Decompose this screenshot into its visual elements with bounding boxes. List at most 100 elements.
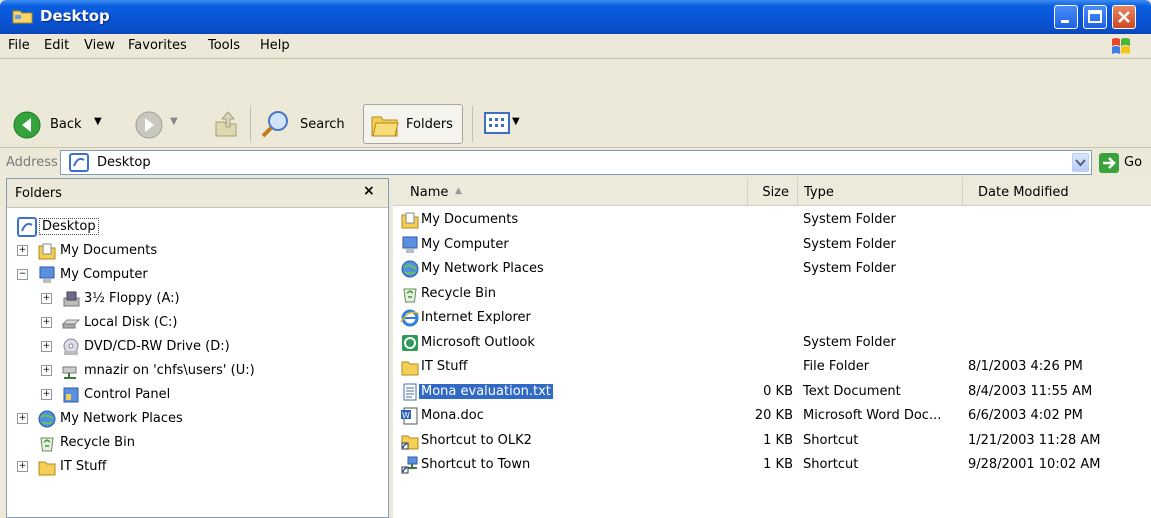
menu-favorites[interactable]: Favorites — [128, 38, 187, 53]
folders-button[interactable]: Folders — [363, 104, 463, 144]
column-label: Date Modified — [978, 185, 1069, 200]
tree-item-desktop[interactable]: Desktop — [7, 215, 387, 239]
up-folder-icon[interactable] — [212, 108, 240, 138]
tree-item-recycle-bin[interactable]: Recycle Bin — [7, 431, 387, 455]
tree-label: Desktop — [39, 218, 99, 235]
tree-item-network-drive[interactable]: + mnazir on 'chfs\users' (U:) — [7, 359, 387, 383]
file-row[interactable]: Shortcut to OLK2 1 KB Shortcut 1/21/2003 11… — [393, 429, 1151, 453]
folder-icon — [12, 10, 33, 24]
tree-label: mnazir on 'chfs\users' (U:) — [84, 363, 255, 378]
column-header-date[interactable]: Date Modified — [963, 178, 1151, 206]
my-computer-icon — [39, 266, 55, 283]
search-icon — [261, 111, 288, 138]
menu-view[interactable]: View — [84, 38, 115, 53]
file-row[interactable]: Shortcut to Town 1 KB Shortcut 9/28/2001 10… — [393, 453, 1151, 477]
menu-tools[interactable]: Tools — [208, 38, 240, 53]
tree-item-it-stuff[interactable]: + IT Stuff — [7, 455, 387, 479]
hard-disk-icon — [61, 319, 81, 329]
back-dropdown-icon[interactable]: ▼ — [94, 116, 102, 127]
recycle-bin-icon — [40, 437, 54, 452]
expand-icon[interactable]: + — [17, 461, 28, 472]
folders-pane: Folders × Desktop + My Documents − My Co… — [6, 178, 389, 518]
file-row[interactable]: My Documents System Folder — [393, 208, 1151, 232]
floppy-drive-icon — [63, 291, 80, 307]
file-size: 0 KB — [763, 383, 793, 399]
toolbar-separator — [250, 106, 251, 142]
file-size: 1 KB — [763, 457, 793, 472]
folder-icon — [401, 361, 419, 376]
file-date: 8/4/2003 11:55 AM — [968, 383, 1093, 399]
file-type: File Folder — [803, 359, 870, 374]
file-row[interactable]: W Mona.doc 20 KB Microsoft Word Doc... 6/6/2… — [393, 404, 1151, 428]
tree-label: 3½ Floppy (A:) — [84, 291, 180, 306]
tree-item-local-disk[interactable]: + Local Disk (C:) — [7, 311, 387, 335]
tree-item-my-documents[interactable]: + My Documents — [7, 239, 387, 263]
go-button[interactable]: Go — [1098, 152, 1148, 174]
expand-icon[interactable]: + — [41, 317, 52, 328]
tree-item-my-computer[interactable]: − My Computer — [7, 263, 387, 287]
forward-dropdown-icon[interactable]: ▼ — [170, 116, 178, 127]
address-value: Desktop — [97, 155, 151, 170]
views-button[interactable]: ▼ — [484, 112, 528, 138]
file-row[interactable]: Mona evaluation.txt 0 KB Text Document 8/4/… — [393, 380, 1151, 404]
address-input[interactable]: Desktop — [60, 150, 1092, 175]
menu-help[interactable]: Help — [260, 38, 290, 53]
network-places-icon — [38, 410, 56, 428]
folder-icon — [38, 461, 56, 476]
close-button[interactable] — [1112, 5, 1136, 29]
address-bar: Address Desktop Go — [0, 148, 1151, 178]
tree-item-floppy[interactable]: + 3½ Floppy (A:) — [7, 287, 387, 311]
file-row[interactable]: Microsoft Outlook System Folder — [393, 331, 1151, 355]
file-row[interactable]: IT Stuff File Folder 8/1/2003 4:26 PM — [393, 355, 1151, 379]
collapse-icon[interactable]: − — [17, 269, 28, 280]
expand-icon[interactable]: + — [41, 389, 52, 400]
file-list: Name ▲ Size Type Date Modified My Docume… — [393, 178, 1151, 518]
expand-icon[interactable]: + — [41, 365, 52, 376]
expand-icon[interactable]: + — [41, 293, 52, 304]
title-bar[interactable]: Desktop — [0, 0, 1151, 34]
sort-ascending-icon: ▲ — [455, 186, 462, 196]
file-size: 20 KB — [754, 408, 793, 423]
tree-item-dvd-drive[interactable]: + DVD/CD-RW Drive (D:) — [7, 335, 387, 359]
expand-icon[interactable]: + — [41, 341, 52, 352]
file-type: System Folder — [803, 261, 896, 276]
search-label: Search — [300, 117, 345, 132]
file-type: Shortcut — [803, 457, 859, 472]
desktop-icon — [69, 153, 89, 172]
file-row[interactable]: My Network Places System Folder — [393, 257, 1151, 281]
internet-explorer-icon — [400, 309, 420, 327]
file-type: System Folder — [803, 212, 896, 227]
column-header-size[interactable]: Size — [748, 178, 798, 206]
blank-overlay — [646, 288, 1126, 322]
expand-icon[interactable]: + — [17, 413, 28, 424]
column-header-name[interactable]: Name ▲ — [393, 178, 748, 206]
forward-arrow-icon — [135, 111, 163, 139]
forward-button[interactable]: ▼ — [132, 104, 192, 144]
shortcut-folder-icon — [401, 435, 419, 449]
tree-item-network-places[interactable]: + My Network Places — [7, 407, 387, 431]
search-button[interactable]: Search — [258, 104, 354, 144]
file-name: My Computer — [421, 236, 509, 252]
menu-edit[interactable]: Edit — [44, 38, 69, 53]
minimize-icon — [1061, 20, 1069, 23]
views-dropdown-icon[interactable]: ▼ — [512, 116, 520, 127]
back-button[interactable]: Back ▼ — [10, 104, 150, 144]
close-folders-pane-icon[interactable]: × — [363, 183, 375, 199]
tree-label: My Network Places — [60, 411, 183, 426]
file-row[interactable]: My Computer System Folder — [393, 233, 1151, 257]
file-name: Shortcut to Town — [421, 457, 531, 472]
text-file-icon — [403, 383, 417, 400]
menu-file[interactable]: File — [8, 38, 30, 53]
tree-item-control-panel[interactable]: + Control Panel — [7, 383, 387, 407]
address-dropdown-button[interactable] — [1072, 153, 1089, 172]
my-documents-icon — [38, 243, 56, 260]
minimize-button[interactable] — [1054, 5, 1078, 29]
column-label: Type — [804, 185, 834, 200]
column-label: Size — [762, 185, 789, 200]
column-header-type[interactable]: Type — [798, 178, 963, 206]
tree-label: Control Panel — [84, 387, 171, 402]
maximize-button[interactable] — [1083, 5, 1107, 29]
windows-logo-icon — [1112, 38, 1130, 54]
file-type: Text Document — [803, 383, 901, 399]
expand-icon[interactable]: + — [17, 245, 28, 256]
